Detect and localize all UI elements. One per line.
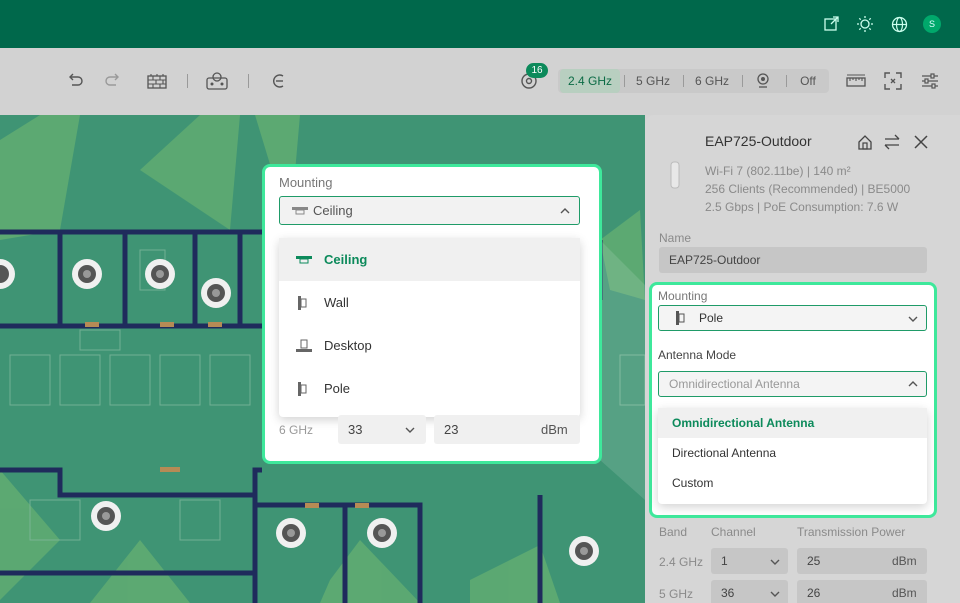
- chevron-down-icon: [908, 316, 918, 322]
- power-value: 23: [444, 422, 459, 437]
- channel-value: 33: [348, 422, 363, 437]
- undo-icon[interactable]: [64, 70, 86, 92]
- power-unit: dBm: [541, 422, 568, 437]
- band-divider: [683, 75, 684, 87]
- chevron-down-icon: [770, 559, 780, 565]
- channel-value: 1: [721, 554, 728, 568]
- mounting-select-pole[interactable]: Pole: [658, 305, 927, 331]
- band-6ghz-tab[interactable]: 6 GHz: [687, 69, 737, 93]
- antenna-mode-select[interactable]: Omnidirectional Antenna: [658, 371, 927, 397]
- device-spec-line: 2.5 Gbps | PoE Consumption: 7.6 W: [705, 200, 899, 214]
- close-icon[interactable]: [913, 134, 929, 150]
- pole-mount-icon: [297, 381, 324, 397]
- ceiling-mount-icon: [291, 206, 311, 216]
- antenna-mode-dropdown: Omnidirectional Antenna Directional Ante…: [658, 408, 927, 504]
- option-label: Ceiling: [324, 252, 368, 267]
- toolbar-divider: [187, 74, 188, 88]
- antenna-option-custom[interactable]: Custom: [658, 468, 927, 498]
- option-label: Custom: [672, 476, 714, 490]
- globe-icon[interactable]: [889, 14, 909, 34]
- settings-sliders-icon[interactable]: [919, 70, 941, 92]
- mounting-option-pole[interactable]: Pole: [279, 367, 580, 410]
- option-label: Omnidirectional Antenna: [672, 416, 815, 430]
- mounting-label: Mounting: [279, 175, 333, 190]
- band-divider: [786, 75, 787, 87]
- band-off-tab[interactable]: Off: [792, 69, 824, 93]
- avatar[interactable]: S: [923, 15, 941, 33]
- option-label: Pole: [324, 381, 351, 396]
- power-unit: dBm: [892, 554, 917, 568]
- band-5ghz-tab[interactable]: 5 GHz: [628, 69, 678, 93]
- chevron-down-icon: [405, 427, 415, 433]
- antenna-selected-value: Omnidirectional Antenna: [669, 377, 800, 391]
- toolbar-divider: [248, 74, 249, 88]
- power-value: 26: [807, 586, 821, 600]
- mounting-option-ceiling[interactable]: Ceiling: [279, 238, 580, 281]
- band-divider: [624, 75, 625, 87]
- chevron-down-icon: [770, 591, 780, 597]
- antenna-option-directional[interactable]: Directional Antenna: [658, 438, 927, 468]
- option-label: Wall: [324, 295, 349, 310]
- power-unit: dBm: [892, 586, 917, 600]
- ceiling-mount-icon: [295, 255, 324, 265]
- band-2-4ghz-label: 2.4 GHz: [659, 555, 704, 569]
- band-divider: [742, 75, 743, 87]
- top-header: S: [0, 0, 960, 48]
- device-name-title: EAP725-Outdoor: [705, 133, 812, 149]
- chevron-up-icon: [560, 208, 570, 214]
- mounting-selected-value: Ceiling: [313, 203, 353, 218]
- option-label: Desktop: [324, 338, 372, 353]
- wall-icon[interactable]: [146, 70, 168, 92]
- redo-icon[interactable]: [102, 70, 124, 92]
- pole-mount-icon: [675, 310, 699, 326]
- mounting-select[interactable]: Ceiling: [279, 196, 580, 225]
- antenna-option-omnidirectional[interactable]: Omnidirectional Antenna: [658, 408, 927, 438]
- band-5ghz-label: 5 GHz: [659, 587, 694, 601]
- option-label: Directional Antenna: [672, 446, 777, 460]
- chevron-up-icon: [908, 381, 918, 387]
- swap-icon[interactable]: [884, 134, 900, 150]
- power-value: 25: [807, 554, 821, 568]
- desktop-mount-icon: [295, 339, 324, 353]
- camera-icon[interactable]: [752, 69, 774, 93]
- name-field[interactable]: EAP725-Outdoor: [659, 247, 927, 273]
- notification-count-badge: 16: [526, 63, 548, 78]
- band-2-4ghz-tab[interactable]: 2.4 GHz: [560, 69, 620, 93]
- mounting-dropdown: Ceiling Wall Desktop Pole: [279, 238, 580, 417]
- brightness-icon[interactable]: [855, 14, 875, 34]
- device-spec-line: Wi-Fi 7 (802.11be) | 140 m²: [705, 164, 851, 178]
- channel-value: 36: [721, 586, 735, 600]
- external-link-icon[interactable]: [821, 14, 841, 34]
- ruler-icon[interactable]: [845, 70, 867, 92]
- mounting-selected-value: Pole: [699, 311, 724, 325]
- wall-mount-icon: [297, 295, 324, 311]
- antenna-mode-label: Antenna Mode: [658, 348, 737, 362]
- home-icon[interactable]: [857, 134, 873, 150]
- band-6ghz-label: 6 GHz: [279, 423, 314, 437]
- mounting-label: Mounting: [658, 289, 708, 303]
- device-image: [666, 160, 684, 190]
- channel-header: Channel: [711, 525, 756, 539]
- mounting-option-desktop[interactable]: Desktop: [279, 324, 580, 367]
- device-spec-line: 256 Clients (Recommended) | BE5000: [705, 182, 911, 196]
- name-label: Name: [659, 231, 692, 245]
- power-header: Transmission Power: [797, 525, 906, 539]
- fit-screen-icon[interactable]: [882, 70, 904, 92]
- mounting-option-wall[interactable]: Wall: [279, 281, 580, 324]
- band-header: Band: [659, 525, 688, 539]
- signal-icon[interactable]: [268, 70, 290, 92]
- ap-placement-icon[interactable]: [206, 70, 228, 92]
